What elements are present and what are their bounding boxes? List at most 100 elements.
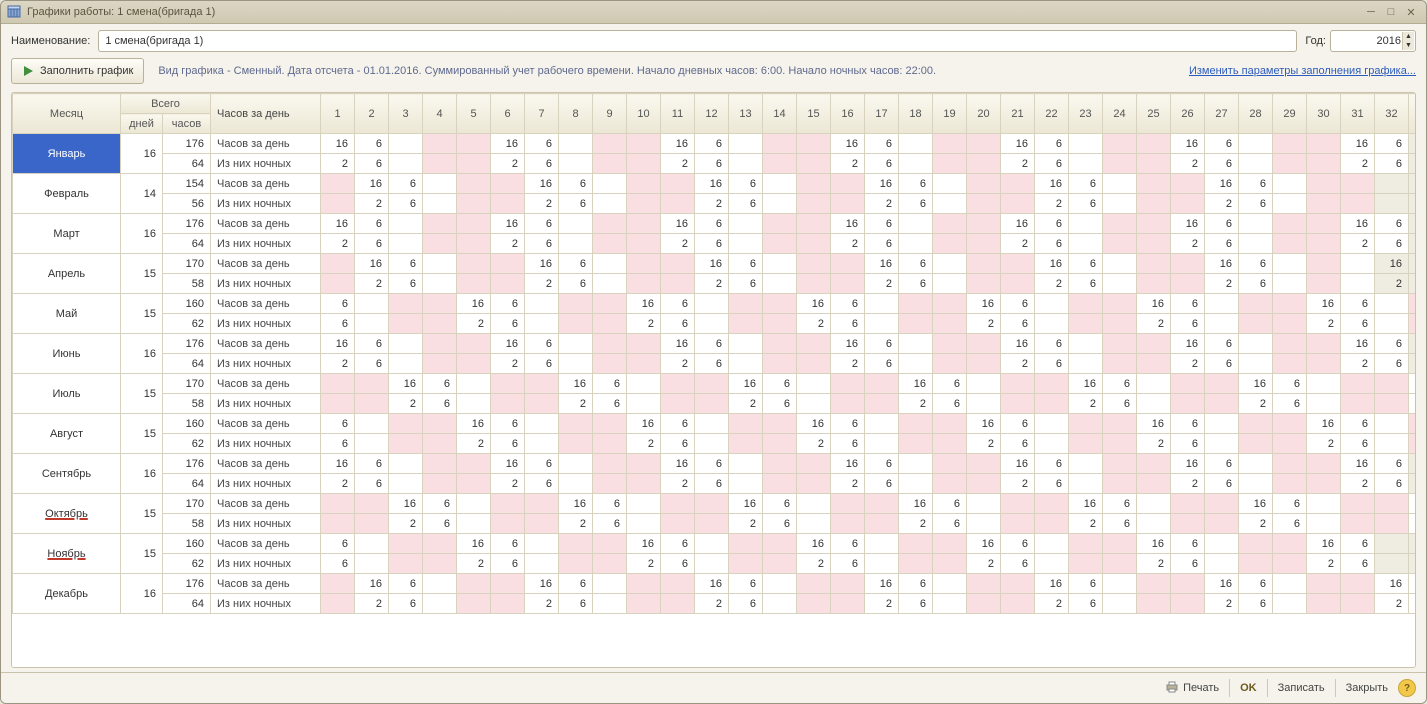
day-cell[interactable]: 2 — [831, 354, 865, 374]
day-cell[interactable]: 6 — [1239, 254, 1273, 274]
day-cell[interactable] — [729, 334, 763, 354]
day-cell[interactable]: 6 — [1273, 514, 1307, 534]
day-cell[interactable]: 16 — [1137, 294, 1171, 314]
day-cell[interactable]: 16 — [491, 334, 525, 354]
day-cell[interactable]: 16 — [797, 294, 831, 314]
night-total[interactable]: 64 — [163, 474, 211, 494]
day-cell[interactable] — [1171, 514, 1205, 534]
day-cell[interactable] — [627, 274, 661, 294]
day-cell[interactable] — [1307, 374, 1341, 394]
day-cell[interactable]: 6 — [389, 254, 423, 274]
day-cell[interactable]: 6 — [1341, 414, 1375, 434]
day-cell[interactable]: 6 — [899, 174, 933, 194]
header-day-6[interactable]: 6 — [491, 94, 525, 134]
day-cell[interactable]: 16 — [321, 334, 355, 354]
days-total[interactable]: 16 — [121, 454, 163, 494]
day-cell[interactable] — [627, 194, 661, 214]
hours-total[interactable]: 160 — [163, 534, 211, 554]
day-cell[interactable] — [695, 394, 729, 414]
day-cell[interactable]: 6 — [1205, 134, 1239, 154]
day-cell[interactable] — [321, 594, 355, 614]
day-cell[interactable] — [355, 514, 389, 534]
day-cell[interactable]: 6 — [525, 334, 559, 354]
day-cell[interactable] — [1001, 594, 1035, 614]
day-cell[interactable]: 6 — [423, 494, 457, 514]
day-cell[interactable] — [355, 414, 389, 434]
days-total[interactable]: 15 — [121, 294, 163, 334]
day-cell[interactable] — [661, 594, 695, 614]
header-day-1[interactable]: 1 — [321, 94, 355, 134]
day-cell[interactable] — [865, 314, 899, 334]
day-cell[interactable] — [933, 414, 967, 434]
day-cell[interactable] — [491, 574, 525, 594]
day-cell[interactable] — [729, 354, 763, 374]
day-cell[interactable]: 6 — [1171, 314, 1205, 334]
day-cell[interactable] — [593, 174, 627, 194]
day-cell[interactable] — [1409, 354, 1417, 374]
day-cell[interactable]: 16 — [1001, 454, 1035, 474]
day-cell[interactable]: 6 — [1205, 454, 1239, 474]
day-cell[interactable]: 6 — [1205, 154, 1239, 174]
day-cell[interactable] — [355, 374, 389, 394]
day-cell[interactable]: 2 — [491, 154, 525, 174]
day-cell[interactable] — [695, 534, 729, 554]
day-cell[interactable] — [763, 214, 797, 234]
day-cell[interactable] — [593, 194, 627, 214]
day-cell[interactable]: 2 — [797, 314, 831, 334]
day-cell[interactable]: 6 — [865, 474, 899, 494]
day-cell[interactable] — [1137, 274, 1171, 294]
day-cell[interactable] — [729, 554, 763, 574]
day-cell[interactable]: 2 — [695, 274, 729, 294]
day-cell[interactable]: 6 — [1205, 214, 1239, 234]
day-cell[interactable] — [1239, 454, 1273, 474]
day-cell[interactable]: 6 — [355, 334, 389, 354]
day-cell[interactable] — [1409, 314, 1417, 334]
day-cell[interactable] — [729, 234, 763, 254]
day-cell[interactable] — [899, 474, 933, 494]
day-cell[interactable] — [1137, 374, 1171, 394]
day-cell[interactable]: 6 — [1341, 314, 1375, 334]
day-cell[interactable] — [1103, 154, 1137, 174]
day-cell[interactable] — [1035, 374, 1069, 394]
day-cell[interactable] — [491, 594, 525, 614]
day-cell[interactable] — [1273, 214, 1307, 234]
day-cell[interactable]: 6 — [899, 194, 933, 214]
day-cell[interactable] — [627, 234, 661, 254]
day-cell[interactable] — [1239, 214, 1273, 234]
day-cell[interactable] — [933, 534, 967, 554]
day-cell[interactable] — [1069, 554, 1103, 574]
day-cell[interactable]: 6 — [1035, 354, 1069, 374]
day-cell[interactable]: 6 — [661, 434, 695, 454]
day-cell[interactable] — [423, 274, 457, 294]
day-cell[interactable] — [627, 134, 661, 154]
day-cell[interactable] — [389, 334, 423, 354]
day-cell[interactable] — [1137, 494, 1171, 514]
day-cell[interactable]: 2 — [321, 474, 355, 494]
day-cell[interactable] — [1171, 574, 1205, 594]
day-cell[interactable] — [559, 154, 593, 174]
header-total[interactable]: Всего — [121, 94, 211, 114]
day-cell[interactable]: 16 — [457, 414, 491, 434]
day-cell[interactable]: 16 — [389, 494, 423, 514]
day-cell[interactable] — [559, 314, 593, 334]
night-total[interactable]: 64 — [163, 594, 211, 614]
day-cell[interactable] — [763, 554, 797, 574]
day-cell[interactable] — [389, 154, 423, 174]
day-cell[interactable]: 6 — [1069, 254, 1103, 274]
night-total[interactable]: 56 — [163, 194, 211, 214]
day-cell[interactable]: 2 — [1307, 314, 1341, 334]
header-day-15[interactable]: 15 — [797, 94, 831, 134]
day-cell[interactable]: 2 — [797, 434, 831, 454]
day-cell[interactable] — [763, 134, 797, 154]
day-cell[interactable] — [525, 374, 559, 394]
day-cell[interactable]: 6 — [1375, 234, 1409, 254]
day-cell[interactable] — [1001, 254, 1035, 274]
day-cell[interactable] — [423, 254, 457, 274]
header-day-32[interactable]: 32 — [1375, 94, 1409, 134]
day-cell[interactable]: 16 — [355, 574, 389, 594]
schedule-grid[interactable]: МесяцВсегоЧасов за день12345678910111213… — [11, 92, 1416, 668]
day-cell[interactable]: 16 — [967, 414, 1001, 434]
day-cell[interactable]: 2 — [661, 234, 695, 254]
day-cell[interactable]: 6 — [389, 594, 423, 614]
header-day-2[interactable]: 2 — [355, 94, 389, 134]
